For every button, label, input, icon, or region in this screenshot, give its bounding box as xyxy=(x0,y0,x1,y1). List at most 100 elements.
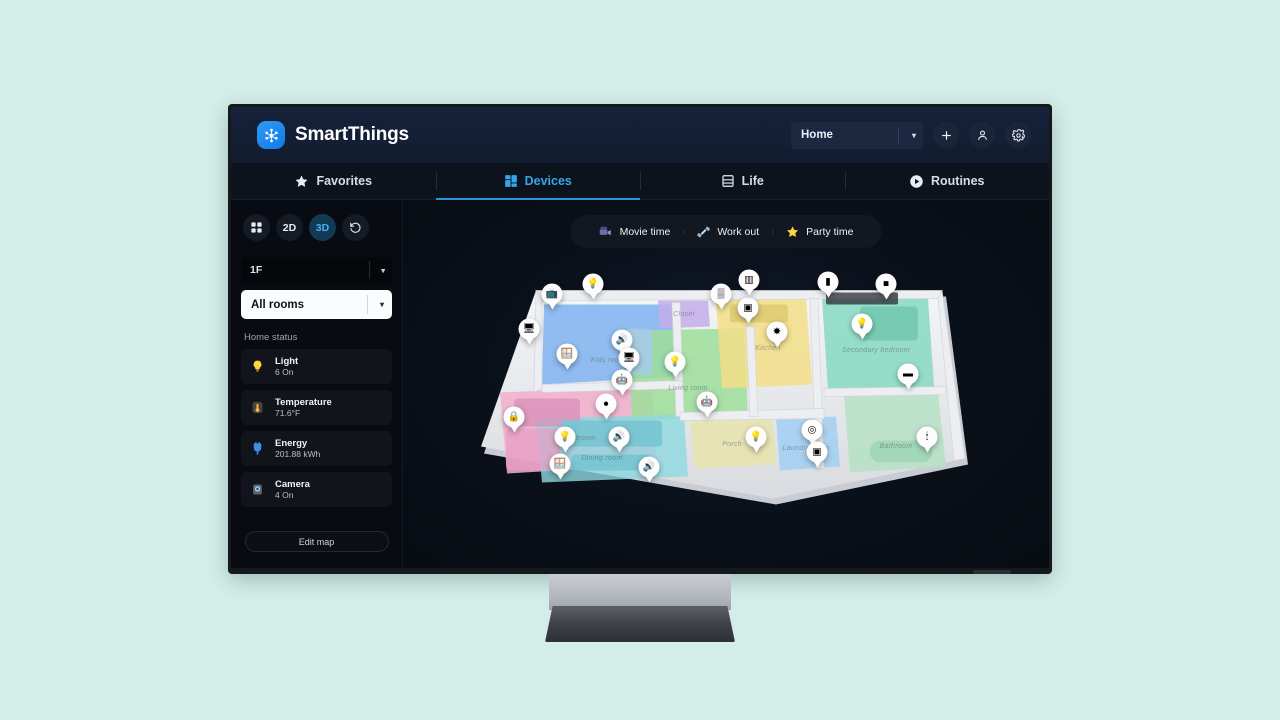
tab-routines[interactable]: Routines xyxy=(844,163,1050,199)
status-card-light[interactable]: Light 6 On xyxy=(241,349,392,384)
account-button[interactable] xyxy=(969,122,995,148)
device-pin[interactable]: ▬ xyxy=(897,363,919,391)
status-label: Energy xyxy=(275,437,308,449)
settings-button[interactable] xyxy=(1005,122,1031,148)
status-card-energy[interactable]: Energy 201.88 kWh xyxy=(241,431,392,466)
tv-ir-receiver xyxy=(973,570,1011,574)
scene-party-time[interactable]: Party time xyxy=(772,225,866,239)
pin-tip xyxy=(772,339,782,348)
device-pin[interactable]: ▣ xyxy=(806,441,828,469)
edit-map-label: Edit map xyxy=(298,536,335,547)
pin-tip xyxy=(751,444,761,453)
view-toggle-group: 2D 3D xyxy=(241,210,392,257)
card-list-icon xyxy=(722,175,734,187)
status-value: 201.88 kWh xyxy=(275,448,321,459)
2d-text-icon: 2D xyxy=(282,221,297,234)
device-pin[interactable]: ▥ xyxy=(738,269,760,297)
room-selector[interactable]: All rooms ▾ xyxy=(241,290,392,319)
main-tab-bar: Favorites Devices Life Routines xyxy=(231,163,1049,200)
status-value: 6 On xyxy=(275,366,294,377)
scene-bar: Movie time Work out Party time xyxy=(570,215,882,248)
view-reset-button[interactable] xyxy=(342,214,369,241)
star-icon xyxy=(786,225,798,237)
device-pin[interactable]: 🔊 xyxy=(638,456,660,484)
status-value: 4 On xyxy=(275,489,294,500)
pin-tip xyxy=(670,369,680,378)
chevron-down-icon: ▾ xyxy=(381,265,385,275)
app-body: 2D 3D 1F ▾ All rooms ▾ Home status Light… xyxy=(231,200,1049,568)
device-pin[interactable]: ▮ xyxy=(817,271,839,299)
device-pin[interactable]: ■ xyxy=(875,273,897,301)
pin-tip xyxy=(812,459,822,468)
sidebar: 2D 3D 1F ▾ All rooms ▾ Home status Light… xyxy=(231,200,403,568)
scene-label: Party time xyxy=(806,225,854,238)
pin-tip xyxy=(881,291,891,300)
scene-label: Movie time xyxy=(619,225,671,238)
view-toggle-3d[interactable]: 3D xyxy=(309,214,336,241)
device-pin[interactable]: 🤖 xyxy=(696,391,718,419)
view-toggle-2d[interactable]: 2D xyxy=(276,214,303,241)
tab-devices[interactable]: Devices xyxy=(435,163,641,200)
energy-plug-icon xyxy=(249,440,266,457)
tab-favorites[interactable]: Favorites xyxy=(231,163,436,199)
floorplan-canvas[interactable]: Movie time Work out Party time Kids room… xyxy=(403,200,1049,568)
television-frame: SmartThings Home ▾ Favorites Devices Lif… xyxy=(228,104,1052,642)
device-pin[interactable]: 🔒 xyxy=(503,406,525,434)
pin-tip xyxy=(524,336,534,345)
device-pin[interactable]: 💡 xyxy=(582,273,604,301)
selector-divider xyxy=(369,261,370,279)
status-card-camera[interactable]: Camera 4 On xyxy=(241,472,392,507)
device-pin[interactable]: 📺 xyxy=(541,283,563,311)
thermometer-icon xyxy=(249,399,266,416)
app-header: SmartThings Home ▾ xyxy=(231,107,1049,163)
scene-work-out[interactable]: Work out xyxy=(683,225,772,239)
home-selector[interactable]: Home ▾ xyxy=(791,121,923,149)
device-pin[interactable]: 💡 xyxy=(664,351,686,379)
pin-tip xyxy=(922,444,932,453)
tab-label: Devices xyxy=(524,174,572,188)
room-label-bathroom: Bathroom xyxy=(879,443,913,451)
tab-label: Life xyxy=(741,174,764,188)
status-label: Light xyxy=(275,355,299,367)
room-label-secondary-bedroom: Secondary bedroom xyxy=(841,347,911,355)
device-pin[interactable]: 🕯 xyxy=(916,426,938,454)
floor-selector[interactable]: 1F ▾ xyxy=(241,257,392,283)
status-label: Camera xyxy=(275,478,310,490)
device-pin[interactable]: 🖥 xyxy=(518,318,540,346)
dumbbell-icon xyxy=(697,226,710,237)
brand: SmartThings xyxy=(257,121,409,149)
tv-stand-base xyxy=(545,606,735,642)
device-pin[interactable]: 💡 xyxy=(851,313,873,341)
device-pin[interactable]: 🪟 xyxy=(549,453,571,481)
device-pin[interactable]: 💡 xyxy=(554,426,576,454)
status-card-temperature[interactable]: Temperature 71.6°F xyxy=(241,390,392,425)
pin-tip xyxy=(716,301,726,310)
device-pin[interactable]: 🔊 xyxy=(608,426,630,454)
pin-tip xyxy=(614,444,624,453)
pin-tip xyxy=(562,361,572,370)
view-toggle-list[interactable] xyxy=(243,214,270,241)
device-pin[interactable]: ▒ xyxy=(710,283,732,311)
edit-map-button[interactable]: Edit map xyxy=(244,531,389,552)
add-button[interactable] xyxy=(933,122,959,148)
floorplan-3d-model[interactable]: Kids room Bedroom Living room Closet Por… xyxy=(476,269,976,514)
camera-icon xyxy=(249,481,266,498)
device-pin[interactable]: ▣ xyxy=(737,297,759,325)
3d-text-icon: 3D xyxy=(315,221,330,234)
pin-tip xyxy=(702,409,712,418)
device-pin[interactable]: 💡 xyxy=(745,426,767,454)
selector-divider xyxy=(367,295,368,314)
pin-tip xyxy=(560,444,570,453)
device-pin[interactable]: 🤖 xyxy=(611,369,633,397)
pin-tip xyxy=(588,291,598,300)
brand-name: SmartThings xyxy=(295,124,409,145)
scene-movie-time[interactable]: Movie time xyxy=(586,225,684,239)
room-label-dining: Dining room xyxy=(581,455,623,463)
device-pin[interactable]: 🪟 xyxy=(556,343,578,371)
device-pin[interactable]: ✸ xyxy=(766,321,788,349)
tv-stand-neck xyxy=(549,574,731,610)
pin-tip xyxy=(823,289,833,298)
tab-label: Favorites xyxy=(316,174,373,188)
device-pin[interactable]: ● xyxy=(595,393,617,421)
tab-life[interactable]: Life xyxy=(640,163,845,199)
